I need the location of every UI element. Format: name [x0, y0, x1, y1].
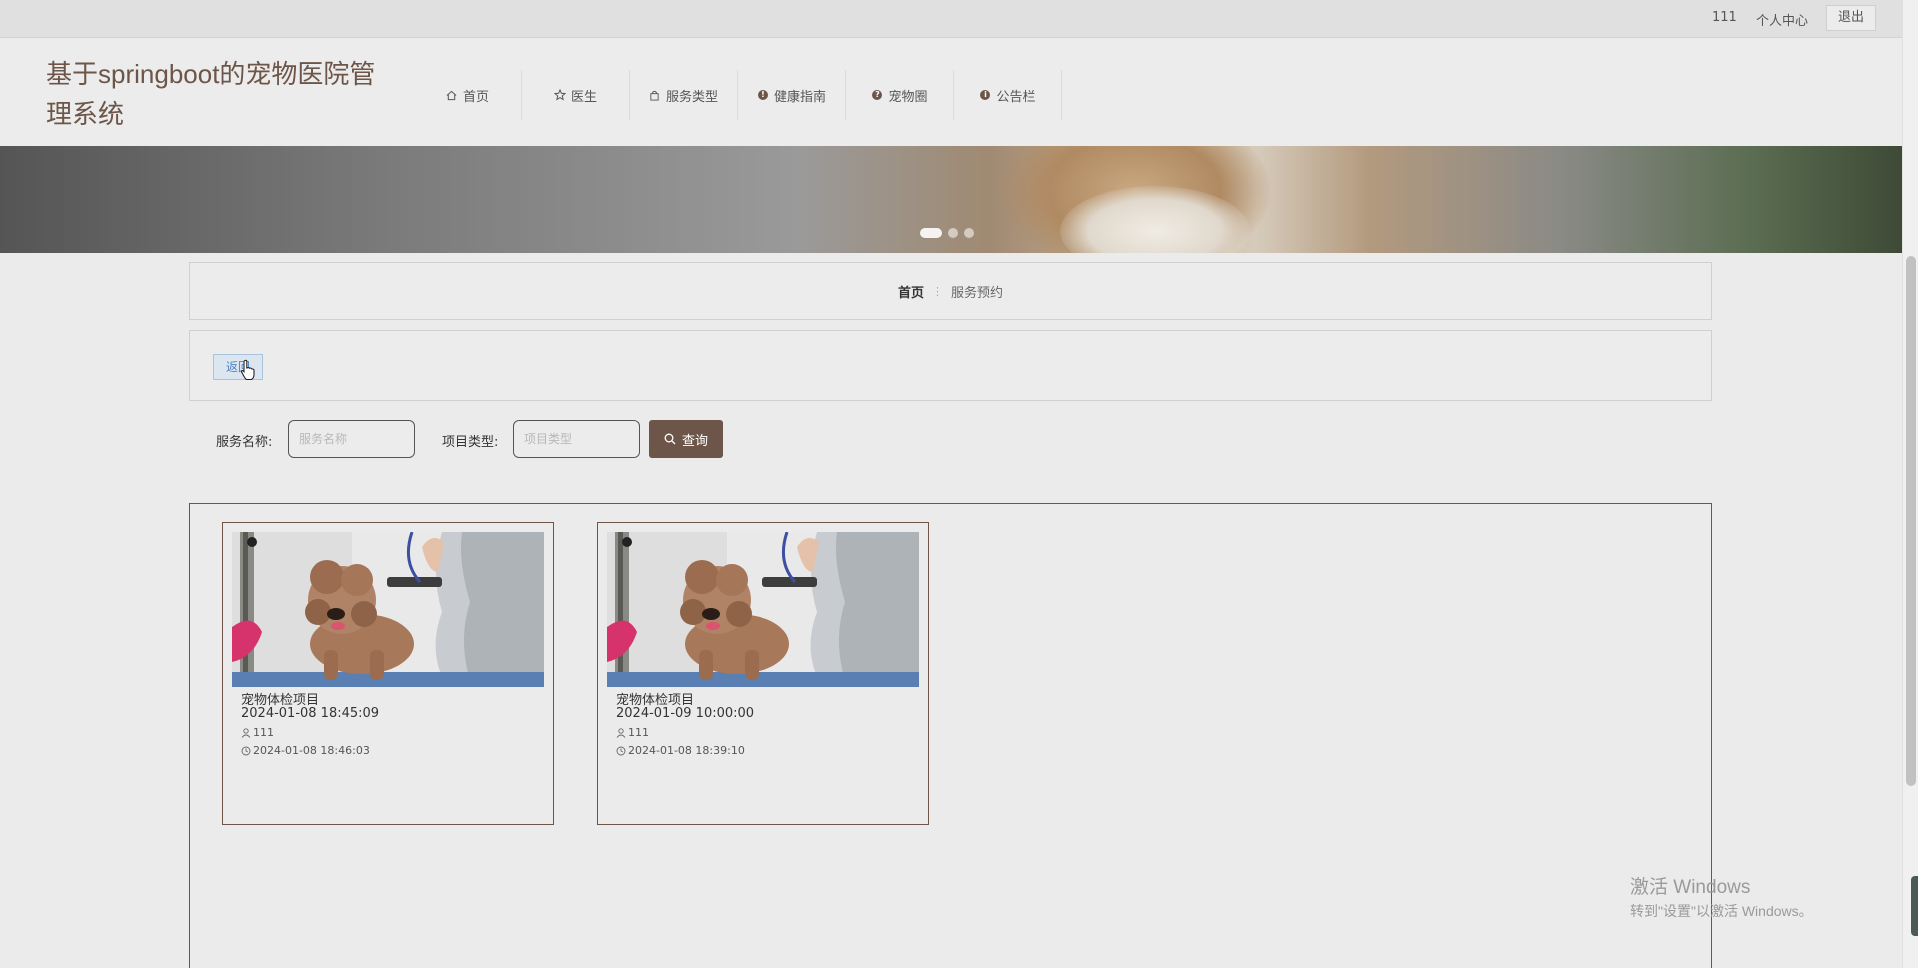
star-icon — [553, 89, 566, 101]
service-card[interactable]: 宠物体检项目 2024-01-09 10:00:00 111 2024-01-0… — [597, 522, 929, 825]
info-circle-icon: i — [979, 89, 991, 101]
windows-activation-watermark: 激活 Windows 转到"设置"以激活 Windows。 — [1630, 872, 1813, 921]
action-bar: 返回 — [189, 330, 1712, 401]
question-circle-icon: ? — [871, 89, 883, 101]
logout-button[interactable]: 退出 — [1826, 5, 1876, 31]
user-icon — [616, 727, 626, 738]
watermark-line-1: 激活 Windows — [1630, 877, 1751, 898]
nav-label: 健康指南 — [773, 89, 826, 105]
nav-label: 宠物圈 — [888, 89, 928, 105]
clock-icon — [241, 746, 251, 755]
service-created: 2024-01-08 18:46:03 — [241, 744, 370, 757]
bag-icon — [649, 89, 661, 101]
service-user-name: 111 — [253, 726, 274, 739]
service-card[interactable]: 宠物体检项目 2024-01-08 18:45:09 111 2024-01-0… — [222, 522, 554, 825]
carousel-dot-2[interactable] — [948, 228, 958, 238]
nav-label: 医生 — [570, 89, 597, 105]
breadcrumb: 首页 ⋮ 服务预约 — [189, 262, 1712, 320]
appointment-time: 2024-01-09 10:00:00 — [616, 706, 755, 721]
service-created-time: 2024-01-08 18:46:03 — [253, 744, 370, 757]
nav-label: 服务类型 — [665, 89, 718, 105]
scrollbar-thumb[interactable] — [1906, 256, 1916, 786]
page-scrollbar[interactable] — [1902, 0, 1918, 968]
service-user: 111 — [616, 726, 649, 739]
main-nav: 首页 医生 服务类型 ! 健康指南 ? 宠物圈 i 公告栏 — [414, 70, 1062, 120]
nav-item-home[interactable]: 首页 — [414, 70, 522, 120]
breadcrumb-separator: ⋮ — [932, 284, 943, 298]
nav-item-service-type[interactable]: 服务类型 — [630, 70, 738, 120]
nav-label: 公告栏 — [996, 89, 1036, 105]
home-icon — [446, 89, 458, 101]
nav-label: 首页 — [462, 89, 489, 105]
service-name-label: 服务名称: — [216, 435, 273, 450]
service-name-input[interactable] — [288, 420, 415, 458]
carousel-dot-3[interactable] — [964, 228, 974, 238]
nav-item-health-guide[interactable]: ! 健康指南 — [738, 70, 846, 120]
service-image — [232, 532, 544, 687]
service-list: 宠物体检项目 2024-01-08 18:45:09 111 2024-01-0… — [189, 503, 1712, 968]
service-image — [607, 532, 919, 687]
search-bar: 服务名称: 项目类型: 查询 — [189, 420, 1712, 458]
nav-item-pet-circle[interactable]: ? 宠物圈 — [846, 70, 954, 120]
exclamation-circle-icon: ! — [757, 89, 769, 101]
mouse-cursor-icon — [240, 359, 255, 381]
carousel-dot-1[interactable] — [920, 228, 942, 238]
search-button[interactable]: 查询 — [649, 420, 723, 458]
service-created-time: 2024-01-08 18:39:10 — [628, 744, 745, 757]
banner-carousel — [0, 146, 1902, 253]
service-user: 111 — [241, 726, 274, 739]
user-icon — [241, 727, 251, 738]
top-bar: 111 个人中心 退出 — [0, 0, 1902, 38]
breadcrumb-home[interactable]: 首页 — [898, 282, 924, 301]
service-created: 2024-01-08 18:39:10 — [616, 744, 745, 757]
carousel-indicators — [920, 228, 974, 238]
project-type-label: 项目类型: — [442, 435, 499, 450]
personal-center-link[interactable]: 个人中心 — [1756, 10, 1808, 29]
watermark-line-2: 转到"设置"以激活 Windows。 — [1630, 903, 1813, 919]
side-widget-tab[interactable] — [1911, 876, 1918, 936]
header: 基于springboot的宠物医院管理系统 首页 医生 服务类型 ! 健康指南 … — [0, 38, 1902, 146]
service-user-name: 111 — [628, 726, 649, 739]
nav-item-doctor[interactable]: 医生 — [522, 70, 630, 120]
search-icon — [664, 433, 676, 445]
site-title: 基于springboot的宠物医院管理系统 — [46, 59, 376, 129]
project-type-input[interactable] — [513, 420, 640, 458]
search-button-label: 查询 — [681, 433, 708, 449]
username[interactable]: 111 — [1712, 10, 1737, 25]
appointment-time: 2024-01-08 18:45:09 — [241, 706, 380, 721]
nav-item-bulletin[interactable]: i 公告栏 — [954, 70, 1062, 120]
breadcrumb-current: 服务预约 — [951, 285, 1004, 301]
clock-icon — [616, 746, 626, 755]
